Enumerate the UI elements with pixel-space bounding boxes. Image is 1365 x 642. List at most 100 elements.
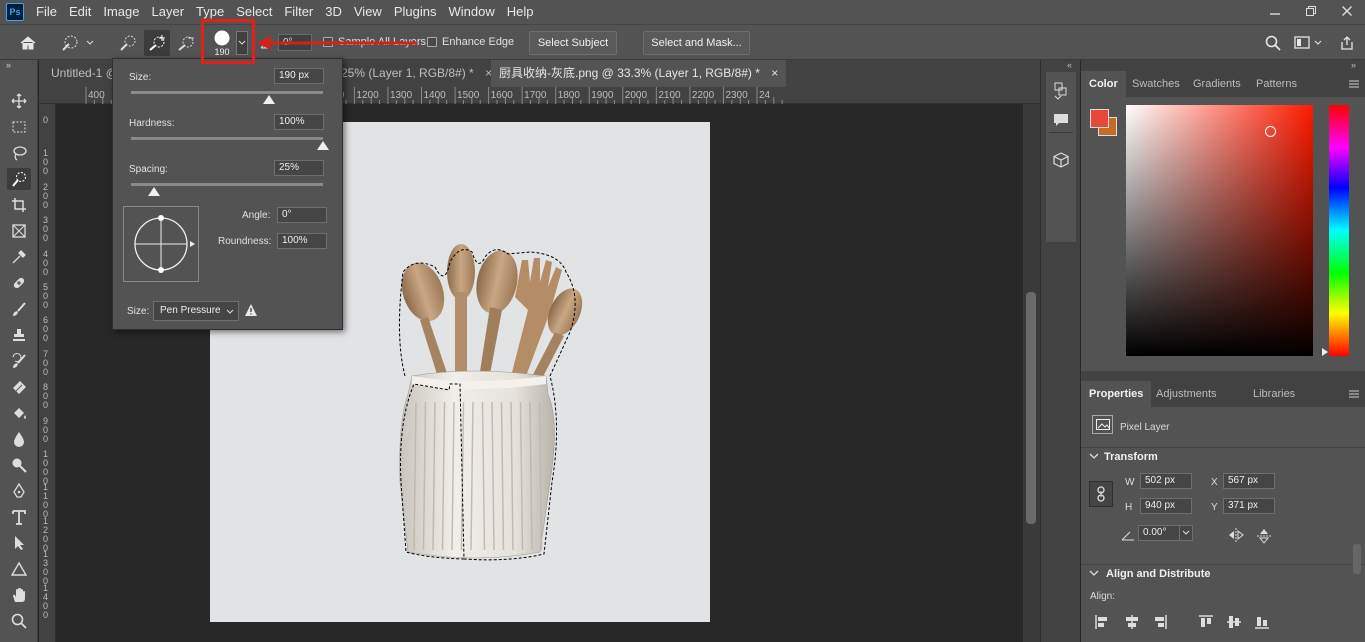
align-vertical-centers-icon[interactable] <box>1227 615 1241 629</box>
healing-brush-tool-icon[interactable] <box>7 272 31 294</box>
tool-preset-picker[interactable] <box>56 30 96 56</box>
menu-image[interactable]: Image <box>97 0 145 24</box>
color-picker-field[interactable] <box>1126 105 1313 356</box>
history-brush-tool-icon[interactable] <box>7 350 31 372</box>
quick-selection-tool-icon[interactable] <box>7 168 31 190</box>
menu-layer[interactable]: Layer <box>146 0 191 24</box>
hue-slider[interactable] <box>1329 105 1349 356</box>
workspace-switcher-icon[interactable] <box>1292 30 1326 56</box>
x-input[interactable]: 567 px <box>1223 473 1275 489</box>
menu-file[interactable]: File <box>30 0 63 24</box>
menu-edit[interactable]: Edit <box>63 0 97 24</box>
size-control-select[interactable]: Pen Pressure <box>153 301 239 321</box>
marquee-tool-icon[interactable] <box>7 116 31 138</box>
close-icon[interactable] <box>1329 0 1365 22</box>
restore-icon[interactable] <box>1293 0 1329 22</box>
home-icon[interactable] <box>14 30 42 56</box>
width-input[interactable]: 502 px <box>1140 473 1192 489</box>
select-and-mask-button[interactable]: Select and Mask... <box>643 31 750 55</box>
comments-icon[interactable] <box>1053 112 1069 128</box>
spacing-slider-track[interactable] <box>131 183 323 186</box>
menu-window[interactable]: Window <box>442 0 500 24</box>
foreground-color-swatch[interactable] <box>1090 109 1109 128</box>
pen-tool-icon[interactable] <box>7 480 31 502</box>
shape-tool-icon[interactable] <box>7 558 31 580</box>
clone-stamp-tool-icon[interactable] <box>7 324 31 346</box>
tab-color[interactable]: Color <box>1081 71 1126 97</box>
collapse-panels-icon[interactable]: » <box>6 60 11 70</box>
tab-gradients[interactable]: Gradients <box>1185 71 1249 97</box>
minimize-icon[interactable] <box>1257 0 1293 22</box>
chevron-down-icon[interactable] <box>1089 570 1099 578</box>
brush-tool-icon[interactable] <box>7 298 31 320</box>
vertical-scroll-thumb[interactable] <box>1026 292 1036 524</box>
move-tool-icon[interactable] <box>7 90 31 112</box>
chevron-down-icon[interactable] <box>1089 453 1099 461</box>
align-bottom-edges-icon[interactable] <box>1255 615 1269 629</box>
brush-angle-roundness-preview[interactable] <box>123 206 199 282</box>
align-top-edges-icon[interactable] <box>1199 615 1213 629</box>
brush-size-slider-track[interactable] <box>131 91 323 94</box>
tab-adjustments[interactable]: Adjustments <box>1148 381 1225 407</box>
share-icon[interactable] <box>1336 30 1358 56</box>
collapse-dock-icon[interactable]: « <box>1067 60 1072 70</box>
type-tool-icon[interactable] <box>7 506 31 528</box>
rotation-input[interactable]: 0.00° <box>1138 525 1180 541</box>
spacing-input[interactable]: 25% <box>274 160 324 176</box>
lasso-tool-icon[interactable] <box>7 142 31 164</box>
hardness-slider-track[interactable] <box>131 137 323 140</box>
hue-slider-marker[interactable] <box>1321 347 1329 357</box>
enhance-edge-label[interactable]: Enhance Edge <box>442 36 514 48</box>
frame-tool-icon[interactable] <box>7 220 31 242</box>
enhance-edge-checkbox[interactable] <box>427 37 437 47</box>
hardness-input[interactable]: 100% <box>274 114 324 130</box>
tab-swatches[interactable]: Swatches <box>1124 71 1188 97</box>
history-icon[interactable] <box>1053 82 1069 100</box>
subtract-from-selection-brush-icon[interactable] <box>174 30 198 56</box>
tab-patterns[interactable]: Patterns <box>1248 71 1305 97</box>
menu-3d[interactable]: 3D <box>319 0 348 24</box>
color-picker-cursor[interactable] <box>1265 126 1276 137</box>
menu-filter[interactable]: Filter <box>278 0 319 24</box>
add-to-selection-brush-icon[interactable] <box>144 30 170 56</box>
height-input[interactable]: 940 px <box>1140 498 1192 514</box>
zoom-tool-icon[interactable] <box>7 610 31 632</box>
color-panel-menu-icon[interactable] <box>1349 80 1359 88</box>
rotation-dropdown[interactable] <box>1179 525 1193 541</box>
flip-vertical-icon[interactable] <box>1257 527 1271 545</box>
menu-view[interactable]: View <box>348 0 388 24</box>
brush-size-input[interactable]: 190 px <box>274 68 324 84</box>
tab-kitchenware-png[interactable]: 厨具收纳-灰底.png @ 33.3% (Layer 1, RGB/8#) * … <box>491 60 787 87</box>
link-dimensions-icon[interactable] <box>1089 481 1113 507</box>
3d-cube-icon[interactable] <box>1053 152 1069 168</box>
paint-bucket-tool-icon[interactable] <box>7 402 31 424</box>
path-selection-tool-icon[interactable] <box>7 532 31 554</box>
select-subject-button[interactable]: Select Subject <box>529 31 617 55</box>
tab-second-document[interactable]: 25% (Layer 1, RGB/8#) * × <box>334 60 501 87</box>
align-right-edges-icon[interactable] <box>1153 615 1167 629</box>
crop-tool-icon[interactable] <box>7 194 31 216</box>
tab-close-icon[interactable]: × <box>771 66 778 80</box>
hardness-slider-thumb[interactable] <box>317 141 329 150</box>
properties-scrollbar[interactable] <box>1353 544 1361 574</box>
menu-plugins[interactable]: Plugins <box>388 0 443 24</box>
tab-properties[interactable]: Properties <box>1081 381 1152 407</box>
menu-help[interactable]: Help <box>501 0 540 24</box>
align-left-edges-icon[interactable] <box>1095 615 1109 629</box>
blur-tool-icon[interactable] <box>7 428 31 450</box>
brush-angle-field[interactable]: 0° <box>277 207 327 223</box>
eyedropper-tool-icon[interactable] <box>7 246 31 268</box>
new-selection-brush-icon[interactable] <box>116 30 140 56</box>
y-input[interactable]: 371 px <box>1223 498 1275 514</box>
collapse-right-dock-icon[interactable]: » <box>1351 60 1356 70</box>
spacing-slider-thumb[interactable] <box>148 187 161 196</box>
search-icon[interactable] <box>1262 30 1284 56</box>
align-horizontal-centers-icon[interactable] <box>1125 615 1139 629</box>
tab-libraries[interactable]: Libraries <box>1245 381 1303 407</box>
hand-tool-icon[interactable] <box>7 584 31 606</box>
brush-size-slider-thumb[interactable] <box>263 95 276 104</box>
properties-panel-menu-icon[interactable] <box>1349 390 1359 398</box>
flip-horizontal-icon[interactable] <box>1227 528 1245 542</box>
tab-untitled-1[interactable]: Untitled-1 @ <box>43 60 115 87</box>
dodge-tool-icon[interactable] <box>7 454 31 476</box>
